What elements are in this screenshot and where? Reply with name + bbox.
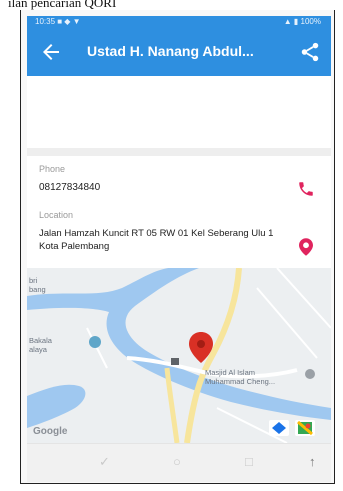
map-label-top-left: bri bang [29,276,46,294]
map-label-2: Bakala alaya [29,336,52,354]
nav-check-icon[interactable]: ✓ [99,454,110,470]
status-bar: 10:35 ■ ◆ ▼ ▲ ▮ 100% [27,16,331,28]
map-canvas[interactable] [27,268,331,443]
directions-button[interactable] [269,420,289,436]
app-bar: Ustad H. Nanang Abdul... [27,28,331,76]
phone-value[interactable]: 08127834840 [39,182,100,193]
map-label-left: Bakala alaya [29,336,52,354]
location-map[interactable]: bri bang Bakala alaya Masjid Al Islam Mu… [27,268,331,443]
contact-details: Phone 08127834840 Location Jalan Hamzah … [27,156,331,268]
nav-recents-icon[interactable]: □ [245,454,253,469]
back-arrow-icon[interactable] [39,40,63,64]
navigation-icon [272,422,286,434]
section-divider [27,148,331,156]
location-value: Jalan Hamzah Kuncit RT 05 RW 01 Kel Sebe… [39,228,274,252]
google-logo: Google [33,426,68,437]
phone-frame: 10:35 ■ ◆ ▼ ▲ ▮ 100% Ustad H. Nanang Abd… [20,10,335,484]
header-blank-area [27,76,331,148]
nav-pin-icon[interactable]: ↑ [309,454,316,469]
page-title: Ustad H. Nanang Abdul... [87,43,254,59]
phone-icon[interactable] [297,180,315,198]
status-right: ▲ ▮ 100% [283,17,321,26]
page-caption: ılan pencarian QORI [8,0,117,10]
google-maps-icon [297,420,313,436]
system-nav-bar: ✓ ○ □ ↑ [27,443,331,482]
bus-stop-icon [171,358,179,365]
map-label-1: bri bang [29,276,46,294]
phone-label: Phone [39,164,66,174]
status-left: 10:35 ■ ◆ ▼ [35,17,81,26]
location-label: Location [39,210,74,220]
map-label-mosque: Masjid Al Islam Muhammad Cheng... [205,368,275,386]
open-maps-button[interactable] [295,420,315,436]
location-pin-icon[interactable] [299,238,313,256]
map-label-3: Masjid Al Islam Muhammad Cheng... [205,368,276,386]
nav-home-icon[interactable]: ○ [173,454,181,469]
share-icon[interactable] [299,41,321,63]
